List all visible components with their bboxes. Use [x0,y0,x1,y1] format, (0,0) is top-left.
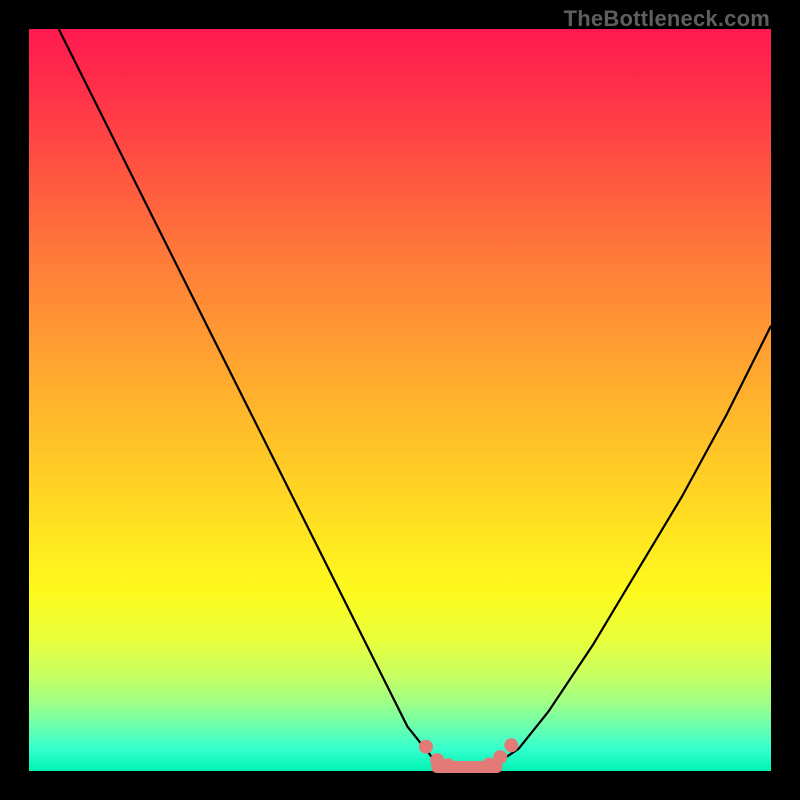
plot-area [29,29,771,771]
chart-frame: TheBottleneck.com [0,0,800,800]
marker-dot [441,758,455,772]
curve-layer [29,29,771,771]
marker-dot [504,738,518,752]
marker-dot [419,740,433,754]
marker-dot [493,750,507,764]
bottleneck-curve [59,29,771,771]
